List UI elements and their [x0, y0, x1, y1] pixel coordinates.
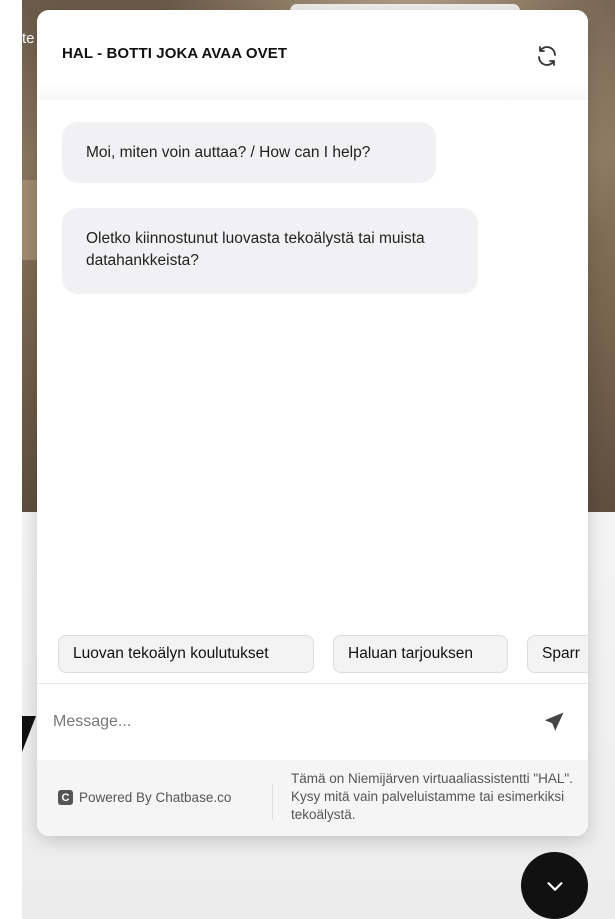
assistant-message: Oletko kiinnostunut luovasta tekoälystä …	[62, 208, 478, 294]
assistant-message: Moi, miten voin auttaa? / How can I help…	[62, 122, 436, 183]
powered-by-text: Powered By Chatbase.co	[79, 790, 232, 805]
suggestion-chip[interactable]: Haluan tarjouksen	[333, 635, 508, 673]
background-dark-shape	[22, 716, 36, 752]
send-icon[interactable]	[542, 710, 568, 736]
chevron-down-icon	[546, 881, 563, 891]
chat-header: HAL - BOTTI JOKA AVAA OVET	[37, 10, 588, 100]
chatbase-logo-icon: C	[58, 790, 73, 805]
footer-note: Tämä on Niemijärven virtuaaliassistentti…	[291, 771, 573, 822]
message-text: Oletko kiinnostunut luovasta tekoälystä …	[86, 230, 425, 269]
chat-title: HAL - BOTTI JOKA AVAA OVET	[62, 45, 288, 62]
powered-by-link[interactable]: C Powered By Chatbase.co	[58, 790, 231, 805]
message-input[interactable]	[51, 704, 515, 740]
suggestion-chip[interactable]: Luovan tekoälyn koulutukset	[58, 635, 314, 673]
chat-widget: HAL - BOTTI JOKA AVAA OVET Moi, miten vo…	[37, 10, 588, 836]
close-chat-button[interactable]	[521, 852, 588, 919]
suggestion-chip[interactable]: Sparr	[527, 635, 588, 673]
suggestion-chips: Luovan tekoälyn koulutukset Haluan tarjo…	[37, 635, 588, 673]
footer-separator	[272, 784, 273, 820]
message-text: Moi, miten voin auttaa? / How can I help…	[86, 143, 371, 161]
message-composer	[37, 684, 588, 760]
background-partial-text: te	[22, 30, 35, 47]
chat-footer: C Powered By Chatbase.co Tämä on Niemijä…	[37, 760, 588, 836]
refresh-icon[interactable]	[533, 42, 561, 70]
